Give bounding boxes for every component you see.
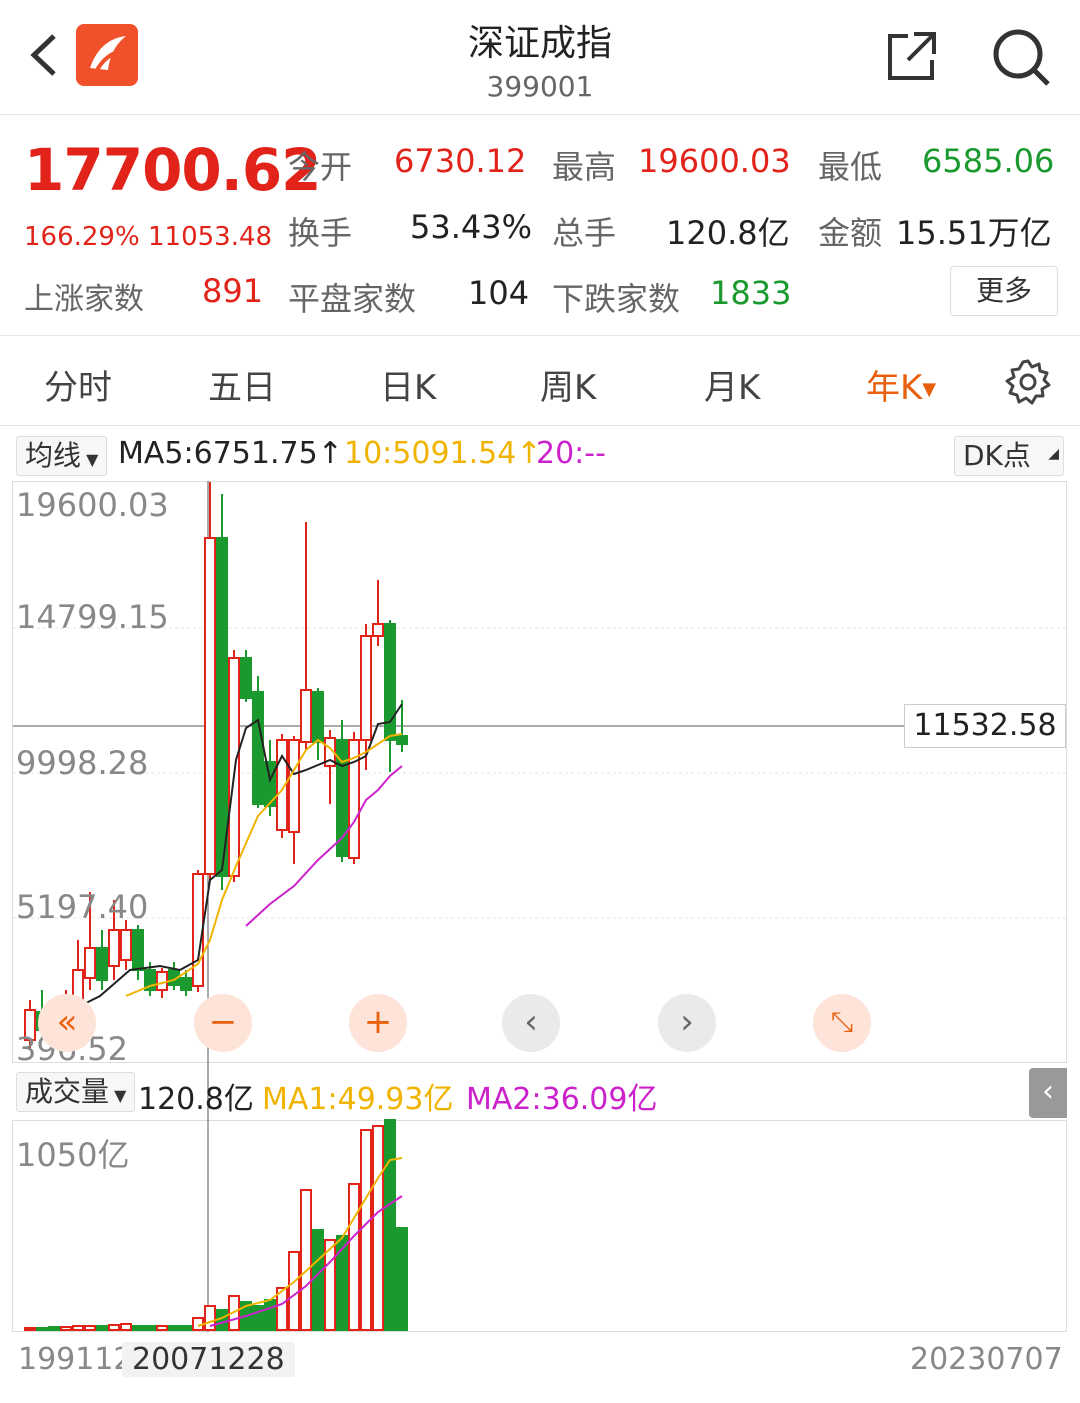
candle-body [132,929,144,971]
volume-bar [144,1325,156,1331]
volume-bar [300,1189,312,1331]
minus-icon[interactable]: − [194,994,252,1052]
y-axis-label: 19600.03 [16,486,169,524]
candle-body [372,623,384,637]
caret-icon: ▼ [109,1086,127,1105]
candle-body [396,735,408,745]
volume-ma2: MA2:36.09亿 [466,1082,658,1117]
volume-bar [108,1324,120,1331]
candle-body [108,929,120,967]
chevron-right-icon[interactable]: › [658,994,716,1052]
date-start: 199112 [18,1342,133,1377]
volume-bar [156,1325,168,1331]
volume-bar [132,1325,144,1331]
volume-bar [372,1125,384,1331]
candle-body [156,971,168,991]
volume-bar [384,1119,396,1331]
candle-body [360,635,372,741]
candle-body [252,691,264,805]
volume-bar [264,1299,276,1331]
volume-bar [396,1227,408,1331]
candle-body [300,689,312,743]
volume-bar [168,1325,180,1331]
volume-bar [84,1325,96,1331]
crosshair-price: 11532.58 [904,704,1066,748]
volume-bar [204,1305,216,1331]
volume-bar [348,1183,360,1331]
volume-bar [288,1251,300,1331]
volume-bar [24,1327,36,1331]
volume-bar [252,1305,264,1331]
collapse-toggle-icon[interactable]: ‹ [1029,1068,1067,1118]
volume-value: 120.8亿 [138,1082,254,1117]
candle-body [216,537,228,877]
volume-bar [312,1229,324,1331]
y-axis-label: 9998.28 [16,744,149,782]
volume-bar [120,1323,132,1331]
expand-icon[interactable]: ⤡ [813,994,871,1052]
candle-body [288,739,300,833]
volume-bar [180,1325,192,1331]
volume-bar [360,1129,372,1331]
volume-axis-label: 1050亿 [16,1136,130,1174]
volume-bar [96,1325,108,1331]
volume-bar [48,1326,60,1331]
date-end: 20230707 [910,1342,1063,1377]
chevron-left-icon[interactable]: ‹ [502,994,560,1052]
candle-body [312,691,324,743]
y-axis-label: 5197.40 [16,888,149,926]
candle-body [120,929,132,961]
plus-icon[interactable]: + [349,994,407,1052]
candle-body [84,947,96,979]
candle-body [228,657,240,877]
volume-ma1: MA1:49.93亿 [262,1082,454,1117]
left-double-icon[interactable]: « [38,994,96,1052]
candle-body [180,977,192,991]
candle-body [204,537,216,875]
volume-indicator-select[interactable]: 成交量 ▼ [16,1072,136,1112]
volume-bar [36,1327,48,1331]
y-axis-label: 14799.15 [16,598,169,636]
chart-canvas [13,481,1066,1332]
volume-bar [72,1325,84,1331]
volume-bar [60,1326,72,1331]
candle-body [96,947,108,981]
date-cursor: 20071228 [122,1342,295,1377]
candle-body [240,657,252,699]
